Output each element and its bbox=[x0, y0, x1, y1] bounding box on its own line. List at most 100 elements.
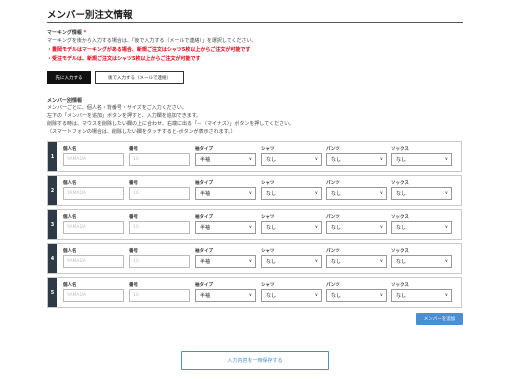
name-label: 個人名 bbox=[63, 147, 77, 152]
number-input[interactable]: 10 bbox=[129, 153, 190, 166]
member-row-number: 2 bbox=[48, 176, 57, 205]
marking-heading: マーキング情報 * bbox=[47, 29, 86, 36]
marking-warning-1: ・豊岡モデルはマーキングがある場合、新規ご注文はシャツ5枚以上からご注文が可能で… bbox=[47, 47, 251, 53]
shirt-label: シャツ bbox=[261, 215, 275, 220]
chevron-down-icon: ∨ bbox=[379, 259, 383, 264]
page-title: メンバー別注文情報 bbox=[47, 10, 133, 21]
pants-select[interactable]: なし ∨ bbox=[326, 255, 387, 268]
shirt-value: なし bbox=[266, 259, 277, 265]
name-input[interactable]: YAMADA bbox=[63, 255, 124, 268]
pants-select[interactable]: なし ∨ bbox=[326, 153, 387, 166]
shirt-label: シャツ bbox=[261, 249, 275, 254]
chevron-down-icon: ∨ bbox=[444, 157, 448, 162]
chevron-down-icon: ∨ bbox=[444, 259, 448, 264]
shirt-label: シャツ bbox=[261, 181, 275, 186]
chevron-down-icon: ∨ bbox=[314, 293, 318, 298]
name-input[interactable]: YAMADA bbox=[63, 153, 124, 166]
member-info-line-1: メンバーごとに、個人名・背番号・サイズをご入力ください。 bbox=[47, 105, 187, 111]
shirt-label: シャツ bbox=[261, 147, 275, 152]
neck-value: 半袖 bbox=[200, 293, 211, 299]
marking-description: マーキングを後から入力する場合は、「後で入力する（メールで連絡）」を選択してくだ… bbox=[47, 38, 257, 44]
number-label: 番号 bbox=[129, 249, 138, 254]
required-mark: * bbox=[83, 30, 87, 36]
neck-label: 袖タイプ bbox=[195, 181, 213, 186]
input-later-button[interactable]: 後で入力する（メールで連絡） bbox=[95, 71, 184, 84]
socks-value: なし bbox=[396, 225, 407, 231]
neck-select[interactable]: 半袖 ∨ bbox=[195, 221, 256, 234]
member-row: 3 個人名 YAMADA 番号 10 袖タイプ 半袖 ∨ シャツ なし ∨ パンツ … bbox=[47, 209, 462, 240]
shirt-select[interactable]: なし ∨ bbox=[261, 153, 322, 166]
neck-select[interactable]: 半袖 ∨ bbox=[195, 187, 256, 200]
shirt-select[interactable]: なし ∨ bbox=[261, 289, 322, 302]
pants-value: なし bbox=[331, 259, 342, 265]
name-input[interactable]: YAMADA bbox=[63, 187, 124, 200]
chevron-down-icon: ∨ bbox=[248, 191, 252, 196]
number-input[interactable]: 10 bbox=[129, 221, 190, 234]
chevron-down-icon: ∨ bbox=[379, 191, 383, 196]
neck-label: 袖タイプ bbox=[195, 249, 213, 254]
chevron-down-icon: ∨ bbox=[248, 259, 252, 264]
chevron-down-icon: ∨ bbox=[379, 293, 383, 298]
shirt-select[interactable]: なし ∨ bbox=[261, 187, 322, 200]
number-label: 番号 bbox=[129, 283, 138, 288]
pants-select[interactable]: なし ∨ bbox=[326, 289, 387, 302]
shirt-value: なし bbox=[266, 157, 277, 163]
chevron-down-icon: ∨ bbox=[444, 293, 448, 298]
member-info-line-4: （スマートフォンの場合は、削除したい欄をタッチすると-ボタンが表示されます。） bbox=[47, 129, 236, 135]
name-label: 個人名 bbox=[63, 283, 77, 288]
neck-value: 半袖 bbox=[200, 225, 211, 231]
name-input[interactable]: YAMADA bbox=[63, 289, 124, 302]
socks-label: ソックス bbox=[391, 147, 409, 152]
shirt-select[interactable]: なし ∨ bbox=[261, 221, 322, 234]
chevron-down-icon: ∨ bbox=[314, 225, 318, 230]
member-info-heading: メンバー別情報 bbox=[47, 98, 83, 104]
neck-label: 袖タイプ bbox=[195, 147, 213, 152]
name-label: 個人名 bbox=[63, 181, 77, 186]
pants-select[interactable]: なし ∨ bbox=[326, 221, 387, 234]
socks-select[interactable]: なし ∨ bbox=[391, 289, 452, 302]
title-divider bbox=[47, 22, 463, 23]
number-label: 番号 bbox=[129, 215, 138, 220]
member-row-number: 4 bbox=[48, 244, 57, 273]
member-row-number: 1 bbox=[48, 142, 57, 171]
name-input[interactable]: YAMADA bbox=[63, 221, 124, 234]
pants-select[interactable]: なし ∨ bbox=[326, 187, 387, 200]
neck-value: 半袖 bbox=[200, 191, 211, 197]
socks-select[interactable]: なし ∨ bbox=[391, 187, 452, 200]
neck-select[interactable]: 半袖 ∨ bbox=[195, 255, 256, 268]
pants-value: なし bbox=[331, 293, 342, 299]
socks-label: ソックス bbox=[391, 181, 409, 186]
socks-select[interactable]: なし ∨ bbox=[391, 221, 452, 234]
neck-select[interactable]: 半袖 ∨ bbox=[195, 153, 256, 166]
socks-select[interactable]: なし ∨ bbox=[391, 153, 452, 166]
chevron-down-icon: ∨ bbox=[379, 225, 383, 230]
shirt-select[interactable]: なし ∨ bbox=[261, 255, 322, 268]
pants-label: パンツ bbox=[326, 181, 340, 186]
member-row: 4 個人名 YAMADA 番号 10 袖タイプ 半袖 ∨ シャツ なし ∨ パンツ … bbox=[47, 243, 462, 274]
number-input[interactable]: 10 bbox=[129, 187, 190, 200]
pants-value: なし bbox=[331, 191, 342, 197]
shirt-value: なし bbox=[266, 225, 277, 231]
member-row-number: 5 bbox=[48, 278, 57, 307]
input-now-button[interactable]: 先に入力する bbox=[47, 71, 91, 84]
member-info-line-2: 左下の「メンバーを追加」ボタンを押すと、入力欄を追加できます。 bbox=[47, 113, 202, 119]
number-input[interactable]: 10 bbox=[129, 255, 190, 268]
socks-label: ソックス bbox=[391, 215, 409, 220]
neck-label: 袖タイプ bbox=[195, 283, 213, 288]
socks-value: なし bbox=[396, 293, 407, 299]
neck-select[interactable]: 半袖 ∨ bbox=[195, 289, 256, 302]
member-row-number: 3 bbox=[48, 210, 57, 239]
number-input[interactable]: 10 bbox=[129, 289, 190, 302]
marking-warning-2: ・受注モデルは、新規ご注文はシャツ5枚以上からご注文が可能です bbox=[47, 56, 201, 62]
name-label: 個人名 bbox=[63, 215, 77, 220]
shirt-value: なし bbox=[266, 293, 277, 299]
socks-select[interactable]: なし ∨ bbox=[391, 255, 452, 268]
pants-label: パンツ bbox=[326, 147, 340, 152]
socks-value: なし bbox=[396, 157, 407, 163]
socks-value: なし bbox=[396, 259, 407, 265]
chevron-down-icon: ∨ bbox=[379, 157, 383, 162]
save-draft-button[interactable]: 入力内容を一時保存する bbox=[181, 351, 329, 370]
number-label: 番号 bbox=[129, 181, 138, 186]
add-member-button[interactable]: メンバーを追加 bbox=[416, 313, 463, 325]
name-label: 個人名 bbox=[63, 249, 77, 254]
